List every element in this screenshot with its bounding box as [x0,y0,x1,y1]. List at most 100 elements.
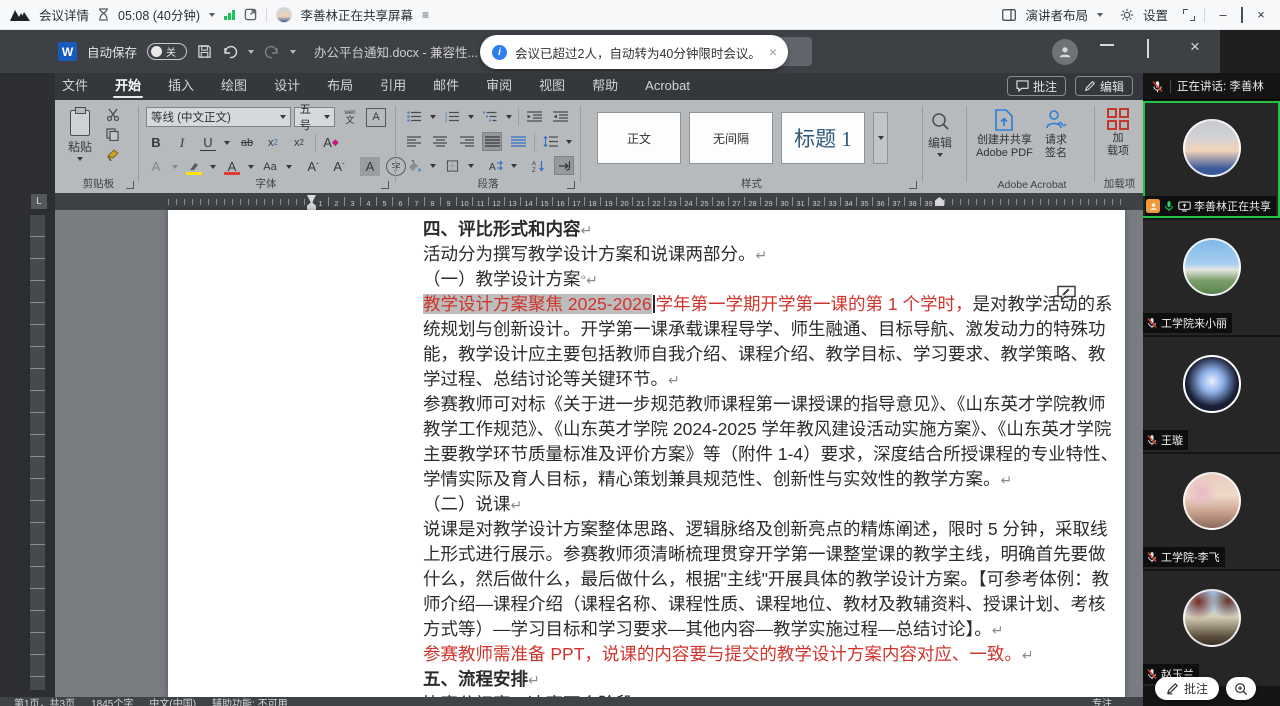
layout-chevron-down-icon[interactable] [1097,13,1103,17]
text-effects-button[interactable]: A [146,157,166,176]
toast-close-icon[interactable]: × [769,44,777,60]
participant-tile[interactable]: 李善林正在共享 [1143,101,1280,218]
status-wordcount[interactable]: 1845个字 [91,698,133,706]
styles-dialog-launcher[interactable] [909,181,917,189]
font-name-select[interactable]: 等线 (中文正文) [146,107,291,127]
italic-button[interactable]: I [172,133,192,152]
save-icon[interactable] [197,44,212,59]
word-maximize-button[interactable] [1147,40,1149,58]
fullscreen-icon[interactable] [1183,9,1195,21]
quick-access-chevron-icon[interactable] [290,50,296,54]
tab-插入[interactable]: 插入 [168,73,194,100]
distribute-button[interactable] [508,132,528,151]
tab-布局[interactable]: 布局 [327,73,353,100]
style-heading1[interactable]: 标题 1 [781,112,865,164]
horizontal-ruler[interactable]: 1234567891011121314151617181920212223242… [55,193,1143,210]
increase-indent-button[interactable] [550,107,570,126]
undo-icon[interactable] [222,45,238,59]
justify-button[interactable] [482,132,502,151]
show-hide-marks-button[interactable] [554,156,574,175]
timer-chevron-down-icon[interactable] [209,13,215,17]
font-dialog-launcher[interactable] [381,181,389,189]
undo-chevron-icon[interactable] [248,50,254,54]
align-left-button[interactable] [404,132,424,151]
change-case-button[interactable]: Aa [260,157,280,176]
font-color-button[interactable]: A [222,157,242,176]
request-signature-button[interactable]: 请求签名 [1044,108,1068,160]
shrink-font-button[interactable]: Aˇ [329,157,349,176]
font-size-select[interactable]: 五号 [294,107,335,127]
superscript-button[interactable]: x2 [289,133,309,152]
minimize-button[interactable]: – [1214,8,1232,22]
strikethrough-button[interactable]: ab [237,133,257,152]
settings-button[interactable]: 设置 [1143,5,1168,24]
shading-button[interactable] [404,156,424,175]
cut-button[interactable] [106,108,120,121]
underline-chevron-icon[interactable] [224,141,230,145]
maximize-button[interactable] [1241,8,1243,22]
clipboard-dialog-launcher[interactable] [126,181,134,189]
meeting-details-link[interactable]: 会议详情 [39,5,89,24]
open-external-icon[interactable] [244,8,257,21]
status-focus[interactable]: 专注 [1092,698,1112,706]
create-share-pdf-button[interactable]: 创建并共享Adobe PDF [976,108,1033,160]
speaker-layout-button[interactable]: 演讲者布局 [1025,5,1088,24]
grow-font-button[interactable]: Aˆ [303,157,323,176]
vertical-ruler[interactable] [30,215,45,690]
comment-indicator-icon[interactable] [1056,285,1077,302]
sort-button[interactable]: AZ [528,156,548,175]
status-page[interactable]: 第1页，共3页 [14,698,75,706]
styles-gallery-more-button[interactable] [873,112,888,164]
word-close-button[interactable]: × [1190,37,1200,57]
borders-button[interactable] [442,156,462,175]
tab-视图[interactable]: 视图 [539,73,565,100]
sharing-menu-icon[interactable]: ≡ [422,8,429,22]
line-spacing-button[interactable] [540,132,560,151]
character-border-button[interactable]: A [366,108,386,127]
underline-button[interactable]: U [198,133,218,152]
tab-审阅[interactable]: 审阅 [486,73,512,100]
tab-stop-selector[interactable]: L [31,194,47,209]
meeting-timer[interactable]: 05:08 (40分钟) [118,5,200,24]
multilevel-list-button[interactable] [480,107,500,126]
copy-button[interactable] [106,128,120,141]
tab-设计[interactable]: 设计 [274,73,300,100]
style-no-spacing[interactable]: 无间隔 [689,112,773,164]
editing-button[interactable]: 编辑 [928,112,952,157]
align-center-button[interactable] [430,132,450,151]
addins-button[interactable]: 加载项 [1107,108,1129,158]
status-language[interactable]: 中文(中国) [149,698,196,706]
participant-tile[interactable]: 工学院-李飞 [1143,454,1280,569]
annotate-button[interactable]: 批注 [1155,677,1219,700]
tab-引用[interactable]: 引用 [380,73,406,100]
participant-tile[interactable]: 王璇 [1143,337,1280,452]
decrease-indent-button[interactable] [524,107,544,126]
autosave-toggle[interactable]: 关 [147,43,187,60]
numbering-button[interactable]: 123 [442,107,462,126]
comments-button[interactable]: 批注 [1007,76,1066,96]
bullets-button[interactable] [404,107,424,126]
participant-tile[interactable]: 赵玉兰 [1143,571,1280,686]
word-minimize-button[interactable] [1100,44,1114,46]
asian-layout-button[interactable]: A [485,156,505,175]
close-button[interactable]: × [1252,8,1270,22]
tab-邮件[interactable]: 邮件 [433,73,459,100]
participant-tile[interactable]: 工学院来小丽 [1143,220,1280,335]
tab-帮助[interactable]: 帮助 [592,73,618,100]
subscript-button[interactable]: x2 [263,133,283,152]
format-painter-button[interactable] [106,148,120,161]
clear-formatting-button[interactable]: A◆ [321,133,341,152]
paste-button[interactable]: 粘贴 [68,110,92,161]
bold-button[interactable]: B [146,133,166,152]
align-right-button[interactable] [456,132,476,151]
highlight-color-button[interactable] [184,157,204,176]
tab-文件[interactable]: 文件 [62,73,88,100]
status-accessibility[interactable]: 辅助功能: 不可用 [212,698,288,706]
document-page[interactable]: 四、评比形式和内容↵活动分为撰写教学设计方案和说课两部分。↵（一）教学设计方案°… [168,210,1125,697]
style-normal[interactable]: 正文 [597,112,681,164]
character-shading-button[interactable]: A [360,157,380,176]
tab-绘图[interactable]: 绘图 [221,73,247,100]
paragraph-dialog-launcher[interactable] [567,181,575,189]
phonetic-guide-button[interactable]: wén文 [340,108,360,127]
tab-Acrobat[interactable]: Acrobat [645,73,690,100]
